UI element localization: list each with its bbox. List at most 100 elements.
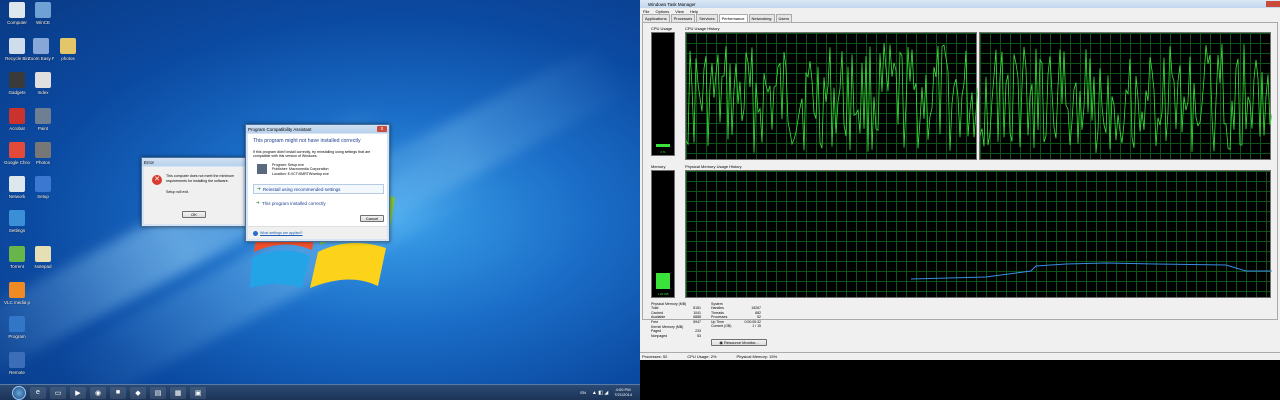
app-icon xyxy=(9,72,25,88)
error-dialog-body: ✕ This computer does not meet the minimu… xyxy=(144,167,243,224)
stat-value: 53 xyxy=(697,333,701,338)
tab-strip: Applications Processes Services Performance… xyxy=(640,14,1280,22)
program-info: Program: Setup.exe Publisher: Macromedia… xyxy=(272,163,329,176)
ok-button[interactable]: OK xyxy=(182,211,206,218)
stat-row: Free 5947 xyxy=(651,320,701,324)
app-icon xyxy=(9,352,25,368)
arrow-icon: ➔ xyxy=(257,186,261,191)
memory-history-label: Physical Memory Usage History xyxy=(685,164,742,169)
system-tray: EN ▲ ◧ ◢ 4:00 PM 7/21/2014 xyxy=(580,387,632,397)
tab-networking[interactable]: Networking xyxy=(748,14,775,22)
desktop-icon-label: Photos xyxy=(35,160,50,165)
desktop-icon[interactable]: Index xyxy=(30,72,56,95)
memory-label: Memory xyxy=(651,164,666,169)
desktop-icon-label: Index xyxy=(37,90,49,95)
desktop-icon[interactable]: Torrent xyxy=(4,246,30,269)
system-stats: System Handles 15267 Threads 682 Processes 52… xyxy=(711,302,761,328)
desktop-icon[interactable]: Notepad xyxy=(30,246,56,269)
task-manager-taskbar-icon[interactable]: ▦ xyxy=(170,386,186,399)
desktop-icon[interactable]: photos xyxy=(55,38,81,61)
error-message: This computer does not meet the minimum … xyxy=(166,174,235,183)
desktop: Computer WinCE Recycle BinZoom Easy Photo p… xyxy=(0,0,640,400)
desktop-icon[interactable]: Program xyxy=(4,316,30,339)
desktop-icon[interactable]: Recycle Bin xyxy=(4,38,30,61)
cpu-history-label: CPU Usage History xyxy=(685,26,720,31)
reinstall-option[interactable]: ➔ Reinstall using recommended settings xyxy=(253,184,384,194)
language-indicator[interactable]: EN xyxy=(580,390,586,395)
help-link[interactable]: What settings are applied? xyxy=(260,231,303,235)
desktop-icon[interactable]: Gadgets xyxy=(4,72,30,95)
app-icon xyxy=(9,246,25,262)
app-icon xyxy=(9,282,25,298)
app-icon xyxy=(9,210,25,226)
memory-history-line xyxy=(910,262,1272,280)
desktop-icon[interactable]: VLC media player xyxy=(4,282,30,305)
desktop-icon[interactable]: Remote xyxy=(4,352,30,375)
tab-performance[interactable]: Performance xyxy=(718,14,748,22)
stat-row: Commit (GB) 1 / 15 xyxy=(711,324,761,328)
desktop-icon-label: VLC media player xyxy=(4,300,30,305)
tab-services[interactable]: Services xyxy=(696,14,718,22)
physical-memory-stats: Physical Memory (MB) Total 8151 Cached 1041… xyxy=(651,302,701,338)
memory-meter: 1.20 GB xyxy=(651,170,675,298)
memory-fill xyxy=(656,273,670,289)
desktop-icon[interactable]: Setup xyxy=(30,176,56,199)
clock-date: 7/21/2014 xyxy=(614,391,632,397)
cancel-button[interactable]: Cancel xyxy=(360,215,384,222)
cpu-usage-value: 2 % xyxy=(660,150,666,154)
desktop-icon[interactable]: Google Chrome xyxy=(4,142,30,165)
desktop-icon-label: Acrobat xyxy=(9,126,25,131)
explorer-icon[interactable]: ▭ xyxy=(50,386,66,399)
stat-label: Nonpaged xyxy=(651,333,668,338)
tab-applications[interactable]: Applications xyxy=(642,14,670,22)
error-icon: ✕ xyxy=(152,175,162,185)
cpu-history-graph-core1 xyxy=(685,32,978,160)
task-manager-title: Windows Task Manager xyxy=(648,1,696,7)
clock[interactable]: 4:00 PM 7/21/2014 xyxy=(614,387,632,397)
chrome-icon[interactable]: ◉ xyxy=(90,386,106,399)
desktop-icon-label: Torrent xyxy=(9,264,24,269)
resource-monitor-button[interactable]: ◉ Resource Monitor... xyxy=(711,339,767,346)
arrow-icon: ➔ xyxy=(256,200,260,205)
tab-users[interactable]: Users xyxy=(775,14,792,22)
pca-heading: This program might not have installed co… xyxy=(253,138,361,144)
app-icon xyxy=(9,142,25,158)
tab-processes[interactable]: Processes xyxy=(670,14,696,22)
close-icon[interactable] xyxy=(1266,1,1280,7)
reinstall-option-label: Reinstall using recommended settings xyxy=(262,186,341,192)
desktop-icon[interactable]: WinCE xyxy=(30,2,56,25)
pca-footer: What settings are applied? xyxy=(248,226,387,239)
desktop-icon[interactable]: Acrobat xyxy=(4,108,30,131)
tray-icons[interactable]: ▲ ◧ ◢ xyxy=(592,390,608,396)
installed-correctly-option[interactable]: ➔ This program installed correctly xyxy=(253,198,384,208)
error-sub-message: Setup will exit. xyxy=(166,190,189,194)
app-icon[interactable]: ■ xyxy=(110,386,126,399)
close-icon[interactable]: x xyxy=(377,126,387,132)
memory-value: 1.20 GB xyxy=(657,292,669,296)
start-button[interactable] xyxy=(12,385,26,400)
desktop-icon-label: Computer xyxy=(7,20,27,25)
task-manager-titlebar: Windows Task Manager xyxy=(640,0,1280,8)
error-dialog: Error ✕ This computer does not meet the … xyxy=(141,157,246,227)
setup-taskbar-icon[interactable]: ▤ xyxy=(150,386,166,399)
app-icon xyxy=(60,38,76,54)
error-dialog-titlebar: Error xyxy=(142,158,245,166)
internet-explorer-icon[interactable]: e xyxy=(30,386,46,399)
desktop-icon[interactable]: Zoom Easy Photo xyxy=(28,38,54,61)
desktop-icon-label: Remote xyxy=(9,370,25,375)
desktop-icon-label: Recycle Bin xyxy=(5,56,29,61)
desktop-icon[interactable]: Computer xyxy=(4,2,30,25)
stat-label: Commit (GB) xyxy=(711,324,732,329)
media-player-icon[interactable]: ▶ xyxy=(70,386,86,399)
app-icon[interactable]: ◆ xyxy=(130,386,146,399)
desktop-icon[interactable]: Photos xyxy=(30,142,56,165)
cpu-history-graph-core2 xyxy=(979,32,1272,160)
cpu-history-line-core1 xyxy=(686,43,978,153)
pca-title: Program Compatibility Assistant xyxy=(248,126,312,132)
stat-value: 5947 xyxy=(693,319,701,324)
desktop-icon[interactable]: Settings xyxy=(4,210,30,233)
dialog-taskbar-icon[interactable]: ▣ xyxy=(190,386,206,399)
desktop-icon[interactable]: Paint xyxy=(30,108,56,131)
desktop-icon-label: photos xyxy=(61,56,75,61)
desktop-icon[interactable]: Network xyxy=(4,176,30,199)
